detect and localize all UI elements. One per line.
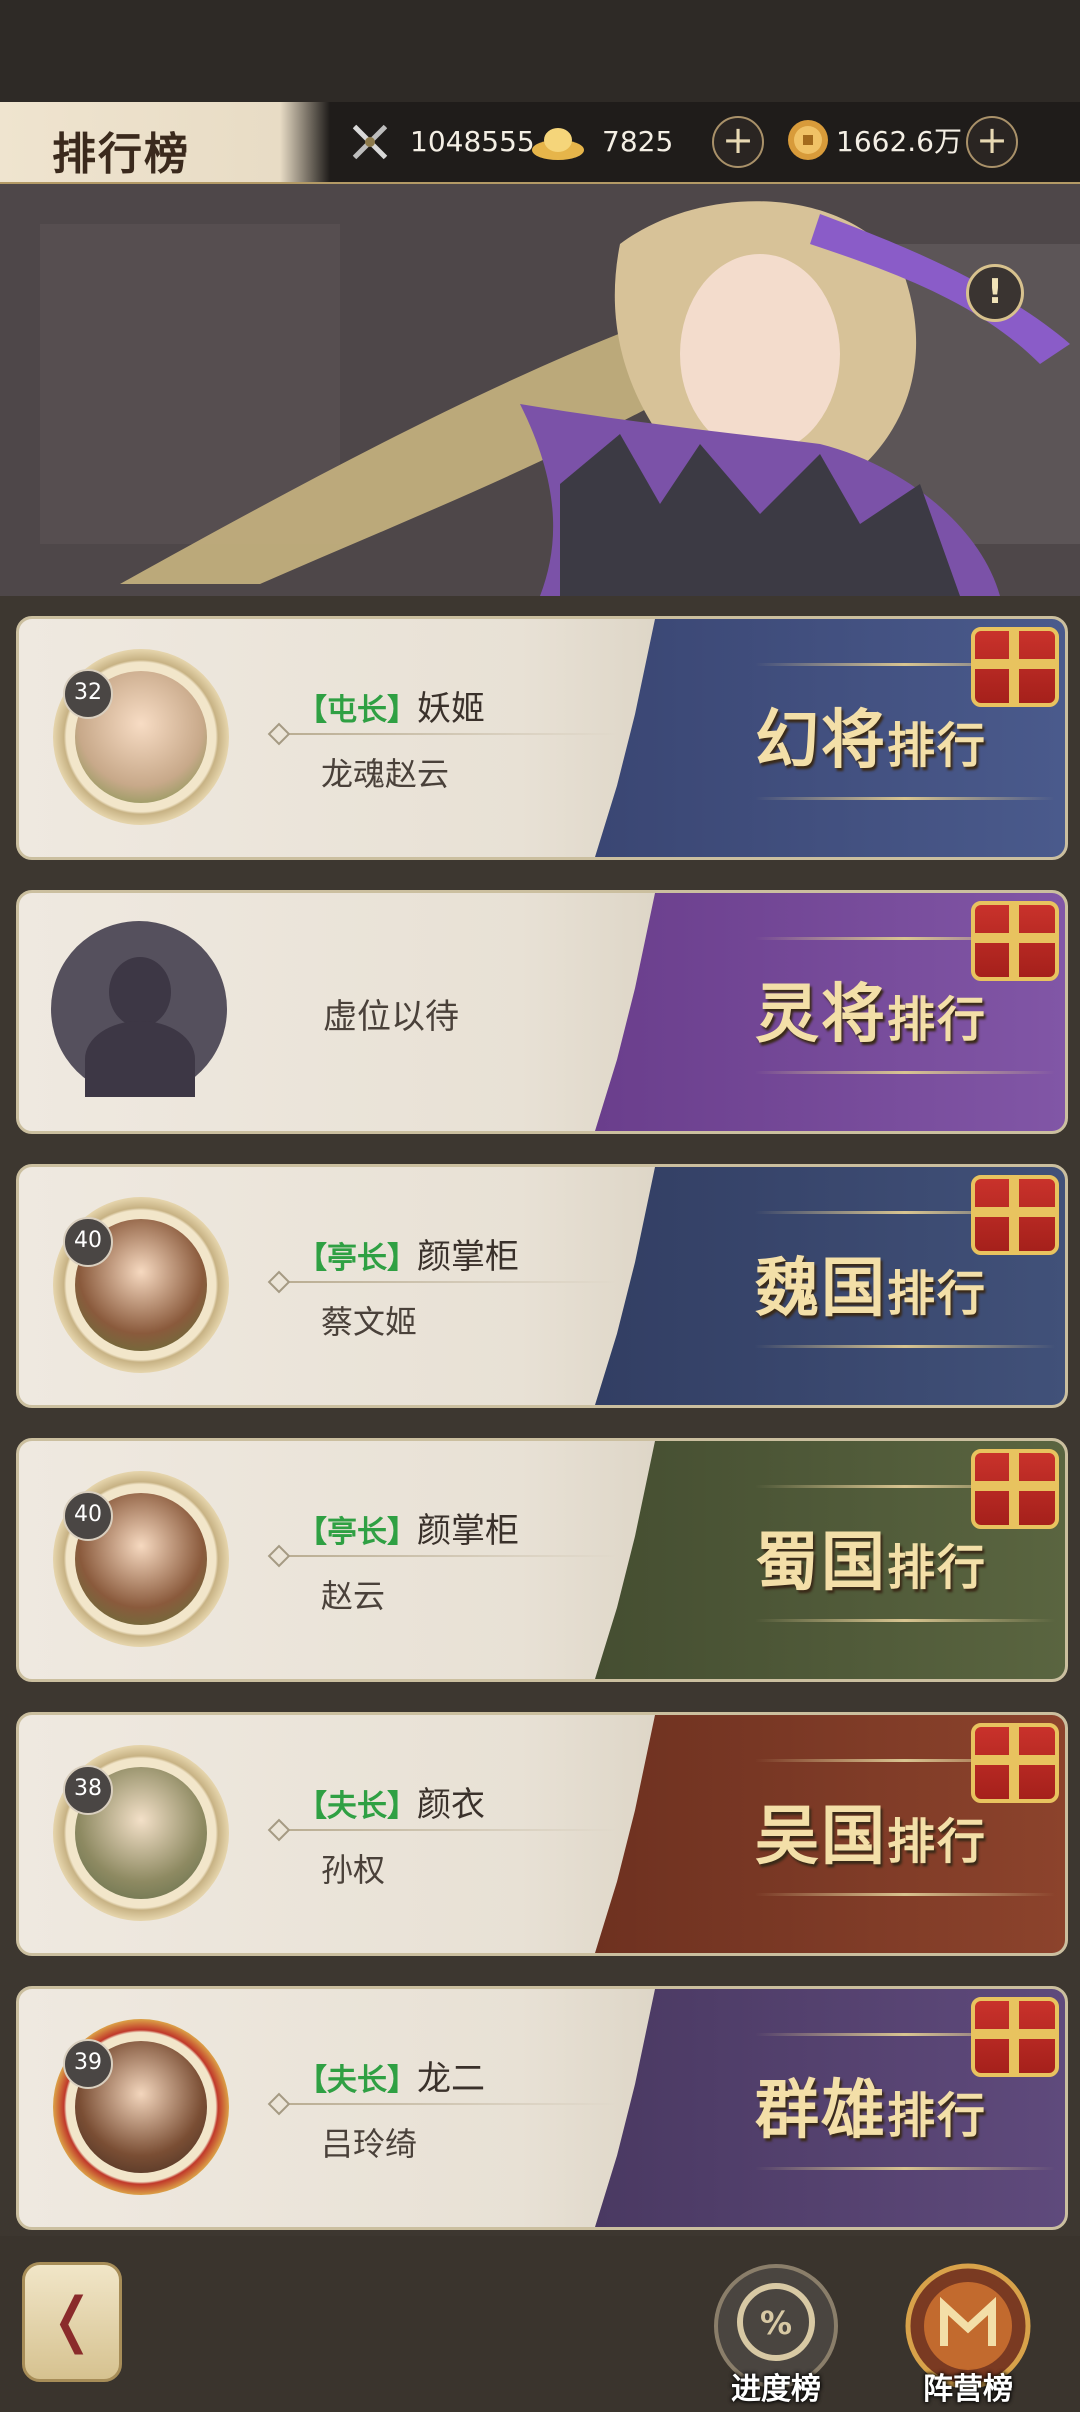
back-arrow-icon: ❬ bbox=[46, 2285, 98, 2355]
vacant-slot-text: 虚位以待 bbox=[323, 997, 459, 1037]
divider bbox=[277, 733, 617, 735]
player-name: 颜衣 bbox=[417, 1785, 485, 1825]
copper-coin-icon bbox=[788, 120, 828, 160]
player-title: 【夫长】颜衣 bbox=[297, 1777, 485, 1826]
hero-illustration bbox=[0, 184, 1080, 596]
hero-name: 孙权 bbox=[321, 1851, 386, 1889]
top-header: 排行榜 1048555 7825 + 1662.6万 + bbox=[0, 102, 1080, 184]
hero-name: 吕玲绮 bbox=[321, 2125, 418, 2163]
page-title: 排行榜 bbox=[52, 129, 190, 180]
player-name: 颜掌柜 bbox=[417, 1511, 519, 1551]
player-name: 颜掌柜 bbox=[417, 1237, 519, 1277]
ranking-card-spirit[interactable]: 虚位以待 灵将排行 bbox=[16, 890, 1068, 1134]
progress-ranking-label: 进度榜 bbox=[731, 2372, 821, 2407]
hero-name: 赵云 bbox=[321, 1577, 386, 1615]
camp-ranking-label: 阵营榜 bbox=[923, 2372, 1013, 2407]
combat-power-value: 1048555 bbox=[410, 125, 535, 158]
player-name: 龙二 bbox=[417, 2059, 485, 2099]
hero-banner: ! bbox=[0, 184, 1080, 596]
player-title: 【亭长】颜掌柜 bbox=[297, 1503, 519, 1552]
add-coins-button[interactable]: + bbox=[966, 116, 1018, 168]
gift-box-icon[interactable] bbox=[971, 627, 1059, 707]
rank-tag: 【夫长】 bbox=[297, 1789, 417, 1824]
gold-ingot-value: 7825 bbox=[602, 125, 674, 158]
ranking-card-phantom[interactable]: 32 【屯长】妖姬 龙魂赵云 幻将排行 bbox=[16, 616, 1068, 860]
empty-avatar-icon bbox=[51, 921, 227, 1097]
level-badge: 38 bbox=[63, 1765, 113, 1815]
level-badge: 40 bbox=[63, 1217, 113, 1267]
rank-tag: 【夫长】 bbox=[297, 2063, 417, 2098]
add-gold-button[interactable]: + bbox=[712, 116, 764, 168]
ranking-card-wei[interactable]: 40 【亭长】颜掌柜 蔡文姬 魏国排行 bbox=[16, 1164, 1068, 1408]
coins-value: 1662.6万 bbox=[836, 125, 962, 158]
level-badge: 40 bbox=[63, 1491, 113, 1541]
crossed-swords-icon bbox=[352, 124, 388, 160]
gold-ingot-icon bbox=[532, 128, 584, 160]
rank-tag: 【屯长】 bbox=[297, 693, 417, 728]
player-title: 【屯长】妖姬 bbox=[297, 681, 485, 730]
divider bbox=[277, 1555, 617, 1557]
player-name: 妖姬 bbox=[417, 689, 485, 729]
hero-name: 蔡文姬 bbox=[321, 1303, 418, 1341]
gift-box-icon[interactable] bbox=[971, 1175, 1059, 1255]
hero-name: 龙魂赵云 bbox=[321, 755, 450, 793]
player-title: 【夫长】龙二 bbox=[297, 2051, 485, 2100]
divider bbox=[277, 2103, 617, 2105]
status-bar bbox=[0, 0, 1080, 102]
ranking-card-warlords[interactable]: 39 【夫长】龙二 吕玲绮 群雄排行 bbox=[16, 1986, 1068, 2230]
player-title: 【亭长】颜掌柜 bbox=[297, 1229, 519, 1278]
back-button[interactable]: ❬ bbox=[22, 2262, 122, 2382]
level-badge: 39 bbox=[63, 2039, 113, 2089]
gift-box-icon[interactable] bbox=[971, 901, 1059, 981]
svg-text:%: % bbox=[760, 2304, 792, 2342]
rank-tag: 【亭长】 bbox=[297, 1515, 417, 1550]
ranking-list: 32 【屯长】妖姬 龙魂赵云 幻将排行 虚位以待 灵将排行 40 【亭长】颜掌柜… bbox=[0, 596, 1080, 2236]
ranking-card-shu[interactable]: 40 【亭长】颜掌柜 赵云 蜀国排行 bbox=[16, 1438, 1068, 1682]
gift-box-icon[interactable] bbox=[971, 1723, 1059, 1803]
info-button[interactable]: ! bbox=[966, 264, 1024, 322]
rank-tag: 【亭长】 bbox=[297, 1241, 417, 1276]
level-badge: 32 bbox=[63, 669, 113, 719]
divider bbox=[277, 1281, 617, 1283]
gift-box-icon[interactable] bbox=[971, 1449, 1059, 1529]
divider bbox=[277, 1829, 617, 1831]
gift-box-icon[interactable] bbox=[971, 1997, 1059, 2077]
ranking-card-wu[interactable]: 38 【夫长】颜衣 孙权 吴国排行 bbox=[16, 1712, 1068, 1956]
